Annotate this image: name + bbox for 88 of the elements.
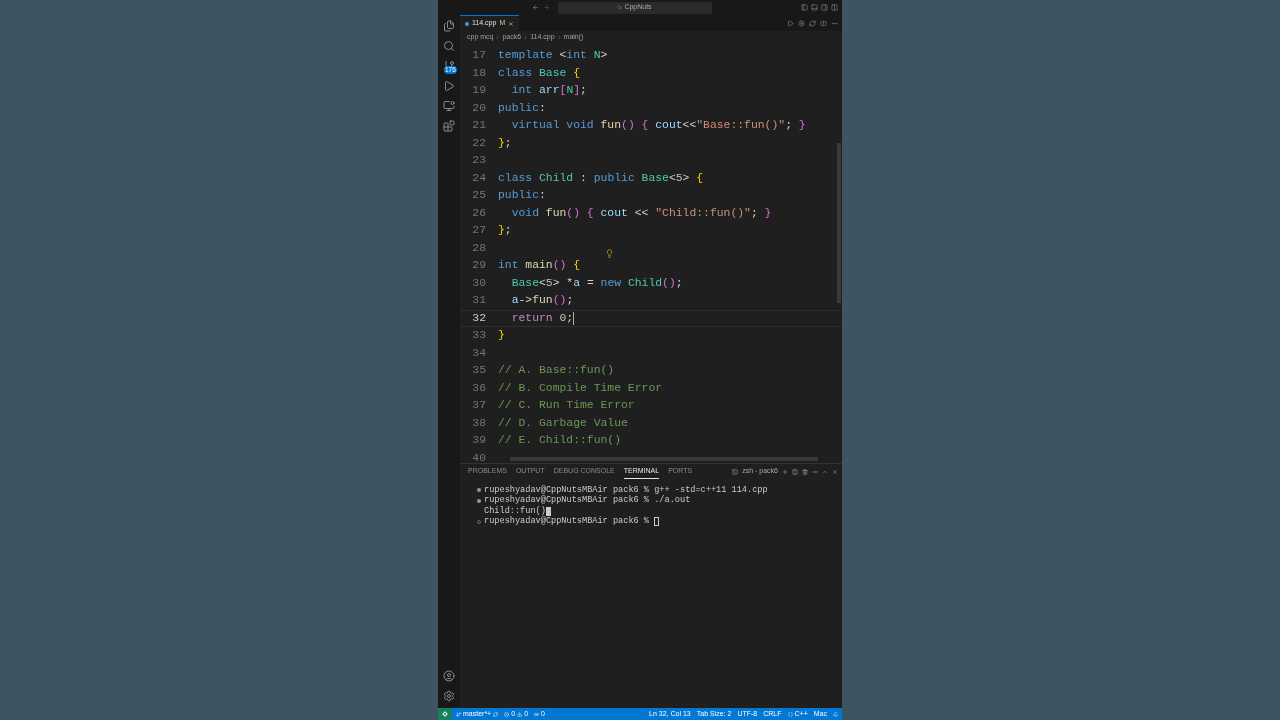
run-debug-icon[interactable] [443, 80, 455, 92]
chevron-icon [523, 34, 529, 40]
sync-icon[interactable] [493, 711, 499, 717]
forward-icon[interactable] [542, 4, 550, 11]
line-number: 20 [471, 100, 487, 116]
code-line: public: [498, 188, 546, 204]
code-line: Base<5> *a = new Child(); [510, 275, 683, 291]
layout-icon[interactable] [831, 4, 838, 11]
line-number: 23 [471, 153, 487, 169]
code-line: int main() { [498, 258, 581, 274]
code-line: // C. Run Time Error [498, 398, 635, 414]
chevron-icon [556, 34, 562, 40]
terminal-icon [732, 468, 739, 475]
line-number: 29 [471, 258, 487, 274]
code-line: // B. Compile Time Error [498, 380, 663, 396]
split-editor-icon[interactable] [820, 19, 827, 27]
terminal-command: rupeshyadav@CppNutsMBAir pack6 % g++ -std=c++11 114.cpp [484, 483, 768, 495]
new-terminal-icon[interactable] [782, 468, 788, 475]
terminal-output: Child::fun() [484, 504, 546, 516]
line-number: 28 [471, 240, 487, 256]
remote-indicator[interactable] [438, 708, 452, 720]
remote-explorer-icon[interactable] [443, 100, 455, 112]
code-line: } [498, 328, 505, 344]
code-line: void fun() { cout << "Child::fun()"; } [510, 205, 772, 221]
split-terminal-icon[interactable] [792, 468, 798, 475]
extensions-icon[interactable] [443, 120, 455, 132]
delete-icon[interactable] [802, 468, 808, 475]
branch-icon [456, 711, 461, 717]
code-line: return 0; [510, 310, 574, 326]
line-number: 21 [471, 118, 487, 134]
code-line: class Base { [498, 65, 581, 81]
line-number: 38 [471, 415, 487, 431]
chevron-icon [495, 34, 501, 40]
line-number: 34 [471, 345, 487, 361]
line-number: 35 [471, 363, 487, 379]
text-cursor [573, 311, 575, 325]
code-line: class Child : public Base<5> { [498, 170, 704, 186]
more-icon[interactable] [812, 468, 818, 475]
line-number: 22 [471, 135, 487, 151]
close-icon[interactable] [832, 468, 838, 475]
maximize-icon[interactable] [822, 468, 828, 475]
line-number: 25 [471, 188, 487, 204]
close-icon[interactable] [508, 20, 515, 27]
code-line: public: [498, 100, 546, 116]
toggle-sidebar-icon[interactable] [801, 4, 808, 11]
line-number: 26 [471, 205, 487, 221]
code-line: template <int N> [498, 48, 608, 64]
braces-icon [787, 711, 793, 717]
code-line: // E. Child::fun() [498, 433, 622, 449]
line-number: 33 [471, 328, 487, 344]
code-line: }; [498, 135, 512, 151]
line-number: 39 [471, 433, 487, 449]
line-number: 24 [471, 170, 487, 186]
code-line: // A. Base::fun() [498, 363, 615, 379]
toggle-panel-icon[interactable] [811, 4, 818, 11]
code-line: }; [498, 223, 512, 239]
error-icon [504, 711, 510, 717]
code-line: a->fun(); [510, 293, 574, 309]
notifications-icon[interactable] [833, 711, 838, 717]
vertical-scrollbar[interactable] [837, 143, 841, 303]
ports-icon [534, 711, 540, 717]
lightbulb-icon[interactable] [605, 249, 614, 258]
back-icon[interactable] [531, 4, 539, 11]
terminal-command: rupeshyadav@CppNutsMBAir pack6 % ./a.out [484, 494, 691, 506]
terminal-cursor [654, 517, 660, 527]
line-number: 19 [471, 83, 487, 99]
toggle-secondary-sidebar-icon[interactable] [821, 4, 828, 11]
warning-icon [517, 711, 523, 717]
line-number: 27 [471, 223, 487, 239]
line-number: 32 [471, 310, 487, 326]
code-line: virtual void fun() { cout<<"Base::fun()"; } [510, 118, 806, 134]
explorer-icon[interactable] [443, 20, 455, 32]
output-end-marker [545, 506, 551, 516]
run-icon[interactable] [787, 19, 794, 27]
code-line: // D. Garbage Value [498, 415, 628, 431]
line-number: 36 [471, 380, 487, 396]
terminal-command: rupeshyadav@CppNutsMBAir pack6 % [484, 515, 650, 529]
line-number: 31 [471, 293, 487, 309]
line-number: 17 [471, 48, 487, 64]
search-icon [617, 5, 623, 10]
search-icon[interactable] [443, 40, 455, 52]
line-number: 40 [471, 450, 487, 463]
account-icon[interactable] [443, 670, 455, 682]
line-number: 30 [471, 275, 487, 291]
line-number: 18 [471, 65, 487, 81]
code-line: int arr[N]; [510, 83, 587, 99]
line-number: 37 [471, 398, 487, 414]
cpp-file-icon [465, 21, 469, 26]
